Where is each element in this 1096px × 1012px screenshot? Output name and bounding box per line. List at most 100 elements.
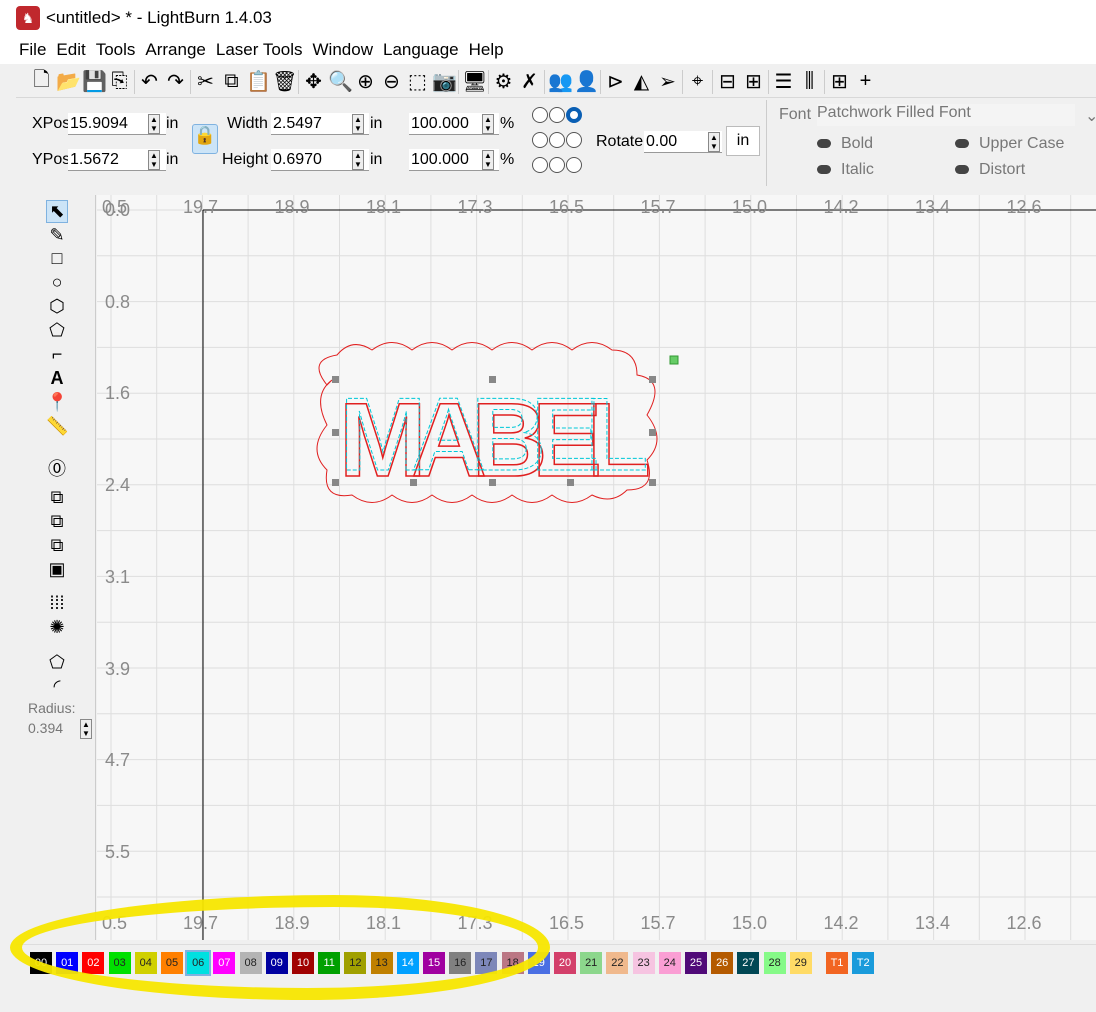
offset-icon[interactable]: ⓪ [46,455,68,481]
palette-swatch-14[interactable]: 14 [396,952,419,974]
text-tool-icon[interactable]: A [46,368,68,389]
palette-swatch-11[interactable]: 11 [318,952,341,974]
menu-tools[interactable]: Tools [91,40,141,60]
target-icon[interactable]: ⌖ [686,70,709,93]
camera-icon[interactable]: 📷 [432,69,457,94]
anchor-point[interactable] [549,107,565,123]
radius-field[interactable]: 0.394 [28,720,63,736]
rotate-spinner[interactable]: ▲ ▼ [708,132,720,152]
fillet-icon[interactable]: ◜ [46,676,68,697]
menu-language[interactable]: Language [378,40,464,60]
dock-icon[interactable]: + [854,70,877,93]
palette-swatch-T2[interactable]: T2 [852,952,875,974]
menu-arrange[interactable]: Arrange [140,40,210,60]
cut-icon[interactable]: ✂ [194,69,217,94]
tools-icon[interactable]: ✗ [518,69,541,94]
palette-swatch-03[interactable]: 03 [108,952,131,974]
boolean-subtract-icon[interactable]: ⧉ [46,511,68,532]
anchor-point[interactable] [549,132,565,148]
palette-swatch-21[interactable]: 21 [580,952,603,974]
width-spinner[interactable]: ▲ ▼ [352,114,364,134]
paste-icon[interactable]: 📋 [246,69,271,94]
copy-icon[interactable]: ⧉ [220,70,243,93]
boolean-union-icon[interactable]: ⧉ [46,487,68,508]
palette-swatch-04[interactable]: 04 [134,952,157,974]
open-folder-icon[interactable]: 📂 [56,69,81,94]
scale-y-spinner[interactable]: ▲ ▼ [482,150,494,170]
save-icon[interactable]: 💾 [82,69,107,94]
height-spinner[interactable]: ▲ ▼ [352,150,364,170]
palette-swatch-10[interactable]: 10 [292,952,314,974]
weld-icon[interactable]: ▣ [46,559,68,580]
palette-swatch-00[interactable]: 00 [30,952,52,974]
xpos-spinner[interactable]: ▲ ▼ [148,114,160,134]
palette-swatch-28[interactable]: 28 [763,952,786,974]
move-icon[interactable]: ✥ [302,69,325,94]
italic-toggle[interactable]: Italic [817,161,874,179]
zoom-in-icon[interactable]: ⊕ [354,69,377,94]
anchor-point[interactable] [566,157,582,173]
marker-icon[interactable]: 📍 [46,392,68,413]
palette-swatch-25[interactable]: 25 [685,952,707,974]
align-icon[interactable]: ⊟ [716,69,739,94]
send-icon[interactable]: ➢ [656,69,679,94]
palette-swatch-15[interactable]: 15 [423,952,445,974]
new-file-icon[interactable]: 🗋 [30,65,53,99]
bold-toggle[interactable]: Bold [817,135,873,153]
palette-swatch-T1[interactable]: T1 [826,952,848,974]
pen-tool-icon[interactable]: ✎ [46,225,68,246]
lock-aspect-icon[interactable]: 🔒 [192,124,218,154]
frame-icon[interactable]: ⬚ [406,69,429,94]
menu-help[interactable]: Help [464,40,509,60]
grid-icon[interactable]: ⊞ [828,69,851,94]
anchor-point[interactable] [532,107,548,123]
select-tool-icon[interactable]: ⬉ [46,200,68,223]
flip-icon[interactable]: ◭ [630,69,653,94]
palette-swatch-08[interactable]: 08 [239,952,262,974]
design-shape[interactable]: MABEL MABEL [97,195,1096,940]
hdistribute-icon[interactable]: ☰ [772,69,795,94]
palette-swatch-20[interactable]: 20 [554,952,576,974]
palette-swatch-05[interactable]: 05 [161,952,183,974]
palette-swatch-01[interactable]: 01 [56,952,79,974]
palette-swatch-19[interactable]: 19 [527,952,550,974]
palette-swatch-23[interactable]: 23 [632,952,655,974]
anchor-point[interactable] [549,157,565,173]
circular-array-icon[interactable]: ✺ [46,617,68,638]
menu-window[interactable]: Window [308,40,378,60]
distort-toggle[interactable]: Distort [955,161,1025,179]
user-icon[interactable]: 👤 [574,69,599,94]
palette-swatch-26[interactable]: 26 [711,952,734,974]
palette-swatch-09[interactable]: 09 [265,952,288,974]
palette-swatch-18[interactable]: 18 [501,952,524,974]
settings-icon[interactable]: ⚙ [492,69,515,94]
edit-nodes-icon[interactable]: ⬠ [46,320,68,341]
scale-x-spinner[interactable]: ▲ ▼ [482,114,494,134]
ypos-spinner[interactable]: ▲ ▼ [148,150,160,170]
boolean-intersect-icon[interactable]: ⧉ [46,535,68,556]
mirror-icon[interactable]: ⊳ [604,69,627,94]
polygon-tool-icon[interactable]: ⬡ [46,296,68,317]
delete-icon[interactable]: 🗑 [272,69,297,94]
palette-swatch-06[interactable]: 06 [185,950,212,976]
ellipse-tool-icon[interactable]: ○ [46,272,68,293]
zoom-page-icon[interactable]: 🔍 [328,69,353,94]
rectangle-tool-icon[interactable]: □ [46,248,68,269]
grid-array-icon[interactable]: ⁞⁞⁞ [46,593,68,614]
position-icon[interactable]: ⌐ [46,344,68,365]
palette-swatch-07[interactable]: 07 [213,952,236,974]
anchor-point[interactable] [566,107,582,123]
menu-edit[interactable]: Edit [51,40,90,60]
import-icon[interactable]: ⎘ [108,70,131,93]
menu-file[interactable]: File [14,40,51,60]
font-select[interactable]: Patchwork Filled Font [817,104,1075,126]
zoom-out-icon[interactable]: ⊖ [380,69,403,94]
undo-icon[interactable]: ↶ [138,69,161,94]
radius-spinner[interactable]: ▲ ▼ [80,719,92,739]
redo-icon[interactable]: ↷ [164,69,187,94]
vdistribute-icon[interactable]: ⫼ [798,70,821,93]
distribute-icon[interactable]: ⊞ [742,69,765,94]
anchor-point[interactable] [532,132,548,148]
palette-swatch-02[interactable]: 02 [82,952,105,974]
upper-case-toggle[interactable]: Upper Case [955,135,1064,153]
